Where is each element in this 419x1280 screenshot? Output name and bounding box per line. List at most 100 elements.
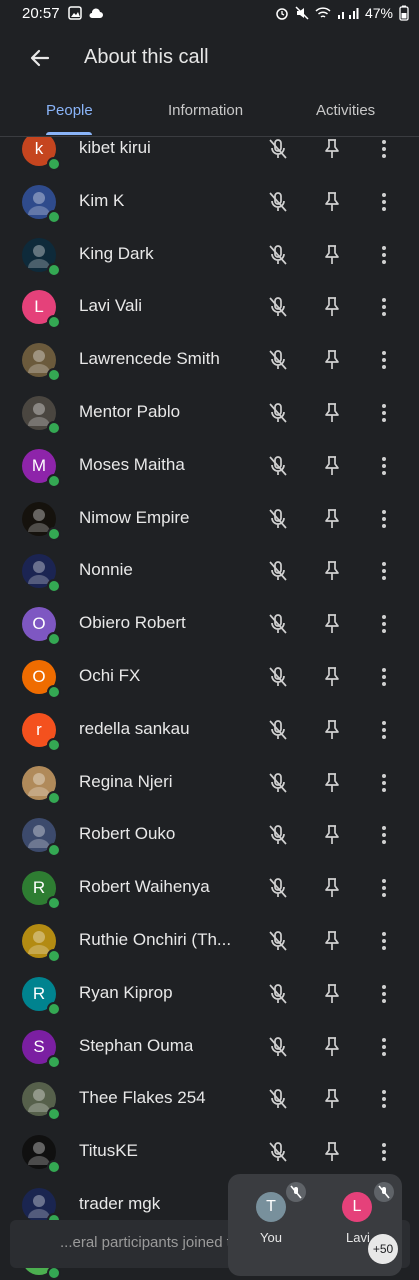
active-tab-indicator [46, 132, 92, 135]
participant-row[interactable]: O Ochi FX [0, 651, 419, 703]
more-options-icon[interactable] [372, 559, 396, 583]
pin-icon[interactable] [320, 559, 344, 583]
more-options-icon[interactable] [372, 137, 396, 161]
more-options-icon[interactable] [372, 982, 396, 1006]
pin-icon[interactable] [320, 1140, 344, 1164]
pin-icon[interactable] [320, 771, 344, 795]
participant-name: Robert Waihenya [79, 877, 210, 897]
pin-icon[interactable] [320, 243, 344, 267]
mic-off-icon[interactable] [266, 559, 290, 583]
participant-row[interactable]: Thee Flakes 254 [0, 1073, 419, 1125]
tab-bar: People Information Activities [0, 96, 419, 137]
mic-off-icon[interactable] [266, 190, 290, 214]
participant-row[interactable]: Kim K [0, 176, 419, 228]
mic-off-icon[interactable] [266, 982, 290, 1006]
participant-row[interactable]: Regina Njeri [0, 757, 419, 809]
participant-row[interactable]: Lawrencede Smith [0, 334, 419, 386]
pin-icon[interactable] [320, 929, 344, 953]
more-options-icon[interactable] [372, 665, 396, 689]
pin-icon[interactable] [320, 823, 344, 847]
pin-icon[interactable] [320, 876, 344, 900]
mic-off-icon[interactable] [266, 1035, 290, 1059]
mic-off-icon[interactable] [266, 771, 290, 795]
pin-icon[interactable] [320, 190, 344, 214]
mic-off-icon[interactable] [266, 1087, 290, 1111]
pin-icon[interactable] [320, 612, 344, 636]
participant-row[interactable]: Robert Ouko [0, 809, 419, 861]
pin-icon[interactable] [320, 137, 344, 161]
presence-dot [47, 1054, 61, 1069]
participant-name: King Dark [79, 243, 154, 263]
more-options-icon[interactable] [372, 507, 396, 531]
more-options-icon[interactable] [372, 348, 396, 372]
pin-icon[interactable] [320, 665, 344, 689]
more-options-icon[interactable] [372, 401, 396, 425]
participant-row[interactable]: r redella sankau [0, 704, 419, 756]
participant-name: TitusKE [79, 1141, 138, 1161]
mic-off-icon[interactable] [266, 718, 290, 742]
more-options-icon[interactable] [372, 190, 396, 214]
pin-icon[interactable] [320, 718, 344, 742]
participant-row[interactable]: R Robert Waihenya [0, 862, 419, 914]
more-options-icon[interactable] [372, 876, 396, 900]
mic-off-icon[interactable] [266, 665, 290, 689]
mic-off-icon[interactable] [266, 243, 290, 267]
participant-row[interactable]: M Moses Maitha [0, 440, 419, 492]
pin-icon[interactable] [320, 982, 344, 1006]
more-options-icon[interactable] [372, 295, 396, 319]
mic-off-icon[interactable] [266, 507, 290, 531]
participant-row[interactable]: Ruthie Onchiri (Th... [0, 915, 419, 967]
pin-icon[interactable] [320, 348, 344, 372]
participant-row[interactable]: L Lavi Vali [0, 281, 419, 333]
tab-information[interactable]: Information [168, 102, 243, 119]
participant-row[interactable]: k kibet kirui [0, 137, 419, 175]
mic-off-icon[interactable] [266, 612, 290, 636]
arrow-back-icon[interactable] [26, 44, 54, 72]
presence-dot [47, 790, 61, 805]
participant-row[interactable]: King Dark [0, 229, 419, 281]
more-options-icon[interactable] [372, 771, 396, 795]
more-participants-badge[interactable]: +50 [368, 1234, 398, 1264]
mic-off-icon[interactable] [266, 876, 290, 900]
pin-icon[interactable] [320, 1087, 344, 1111]
participant-row[interactable]: TitusKE [0, 1126, 419, 1178]
pin-icon[interactable] [320, 454, 344, 478]
participant-row[interactable]: Nimow Empire [0, 493, 419, 545]
more-options-icon[interactable] [372, 1087, 396, 1111]
mic-off-icon[interactable] [266, 929, 290, 953]
more-options-icon[interactable] [372, 718, 396, 742]
wifi-icon [315, 7, 331, 18]
participant-name: Lavi Vali [79, 296, 142, 316]
pin-icon[interactable] [320, 507, 344, 531]
participant-row[interactable]: O Obiero Robert [0, 598, 419, 650]
tab-activities[interactable]: Activities [316, 102, 375, 119]
more-options-icon[interactable] [372, 1035, 396, 1059]
more-options-icon[interactable] [372, 929, 396, 953]
mic-off-icon[interactable] [266, 454, 290, 478]
participant-list[interactable]: k kibet kirui Kim K King Dark L Lavi Vali Lawr… [0, 137, 419, 1280]
more-options-icon[interactable] [372, 454, 396, 478]
participant-row[interactable]: S Stephan Ouma [0, 1021, 419, 1073]
mic-off-icon[interactable] [266, 137, 290, 161]
participant-row[interactable]: R Ryan Kiprop [0, 968, 419, 1020]
app-bar: About this call [0, 30, 419, 86]
participant-name: Stephan Ouma [79, 1035, 194, 1055]
mic-off-icon[interactable] [266, 823, 290, 847]
pin-icon[interactable] [320, 401, 344, 425]
mic-off-icon[interactable] [266, 401, 290, 425]
participant-row[interactable]: Mentor Pablo [0, 387, 419, 439]
mic-off-icon[interactable] [266, 295, 290, 319]
more-options-icon[interactable] [372, 243, 396, 267]
more-options-icon[interactable] [372, 1140, 396, 1164]
pin-icon[interactable] [320, 1035, 344, 1059]
more-options-icon[interactable] [372, 612, 396, 636]
participant-row[interactable]: Nonnie [0, 545, 419, 597]
status-bar: 20:57 47% [0, 0, 419, 28]
more-options-icon[interactable] [372, 823, 396, 847]
self-name: You [260, 1230, 282, 1245]
mic-off-icon[interactable] [266, 1140, 290, 1164]
pin-icon[interactable] [320, 295, 344, 319]
mic-off-icon[interactable] [266, 348, 290, 372]
tab-people[interactable]: People [46, 102, 93, 119]
pip-window[interactable]: T You L Lavi +50 [228, 1174, 402, 1276]
